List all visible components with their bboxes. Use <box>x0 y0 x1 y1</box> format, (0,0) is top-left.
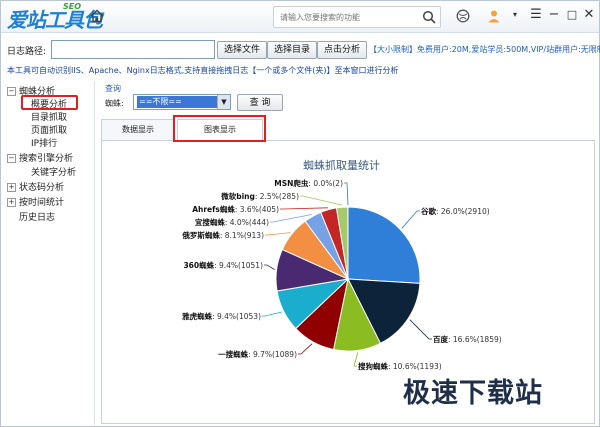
pie-connector-line <box>265 232 291 236</box>
pie-connector-line <box>262 311 282 317</box>
pie-connector-line <box>298 343 313 355</box>
pie-connector-line <box>280 207 328 210</box>
pie-slice[interactable] <box>347 206 421 284</box>
pie-connector-line <box>409 319 432 340</box>
pie-connector-line <box>300 195 343 206</box>
pie-slice-label: 一搜蜘蛛: 9.7%(1089) <box>218 349 297 359</box>
pie-slice-label: 百度: 16.6%(1859) <box>433 334 502 344</box>
pie-slice-label: 雅虎蜘蛛: 9.4%(1053) <box>182 311 261 321</box>
pie-slice-label: 360蜘蛛: 9.4%(1051) <box>183 260 263 270</box>
pie-connector-line <box>401 210 420 229</box>
watermark: 极速下载站 <box>403 378 543 409</box>
pie-connector-line <box>264 264 275 270</box>
pie-slice-label: MSN爬虫: 0.0%(2) <box>274 178 343 188</box>
pie-slice-label: 微软bing: 2.5%(285) <box>220 191 299 201</box>
app-window: 爱站工具包 SEO ▾ ☰ − □ ✕ 日志路径: 选择文件 <box>0 0 600 427</box>
pie-slice-label: 搜狗蜘蛛: 10.6%(1193) <box>358 361 442 371</box>
pie-connector-line <box>344 182 349 206</box>
pie-slice-label: 谷歌: 26.0%(2910) <box>421 206 490 216</box>
pie-slice-label: 俄罗斯蜘蛛: 8.1%(913) <box>181 230 264 240</box>
pie-slice-label: 宜搜蜘蛛: 4.0%(444) <box>195 217 269 227</box>
pie-slice-label: Ahrefs蜘蛛: 3.6%(405) <box>192 204 279 214</box>
pie-chart: 谷歌: 26.0%(2910) 百度: 16.6%(1859) 搜狗蜘蛛: 10.6… <box>181 178 502 371</box>
